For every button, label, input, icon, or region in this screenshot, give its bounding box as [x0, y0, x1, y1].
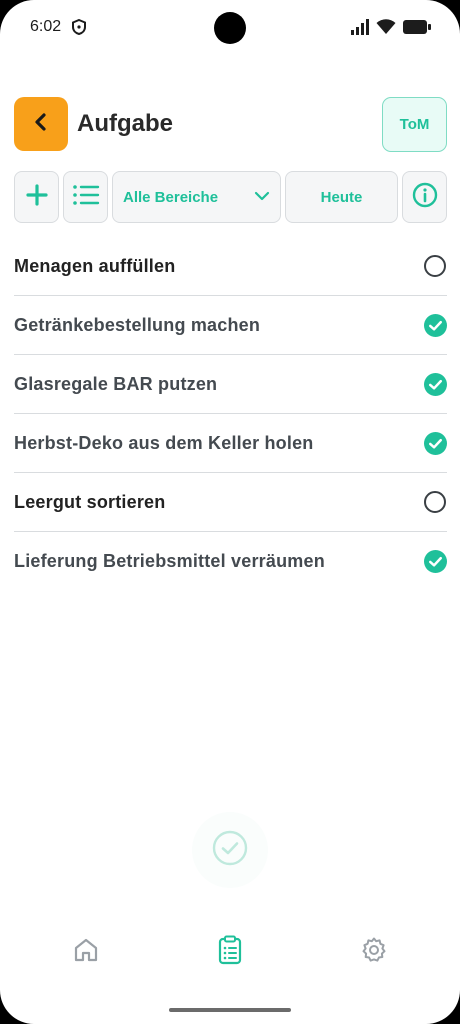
date-filter-button[interactable]: Heute	[285, 171, 398, 223]
task-label: Leergut sortieren	[14, 491, 166, 512]
area-select[interactable]: Alle Bereiche	[112, 171, 281, 223]
back-button[interactable]	[14, 97, 68, 151]
check-circle-icon[interactable]	[424, 431, 447, 455]
home-icon	[72, 936, 100, 969]
complete-fab[interactable]	[192, 812, 268, 888]
task-row[interactable]: Leergut sortieren	[14, 473, 447, 532]
add-task-button[interactable]	[14, 171, 59, 223]
unchecked-circle-icon[interactable]	[424, 255, 446, 277]
clipboard-icon	[216, 935, 244, 970]
task-label: Getränkebestellung machen	[14, 314, 261, 335]
task-label: Menagen auffüllen	[14, 255, 176, 276]
nav-home[interactable]	[70, 936, 102, 968]
status-bar: 6:02	[0, 0, 460, 56]
date-filter-label: Heute	[320, 188, 363, 206]
home-indicator[interactable]	[169, 1008, 291, 1012]
check-circle-icon[interactable]	[424, 550, 447, 573]
task-label: Lieferung Betriebsmittel verräumen	[14, 551, 325, 571]
camera-cutout	[214, 12, 246, 44]
app-screen: 6:02 Aufgabe ToM Alle Bereiche Heute Men…	[0, 0, 460, 1024]
page-title: Aufgabe	[77, 110, 173, 137]
list-view-button[interactable]	[63, 171, 108, 223]
nav-settings[interactable]	[358, 936, 390, 968]
chevron-down-icon	[254, 189, 270, 206]
wifi-icon	[376, 19, 396, 40]
task-row[interactable]: Getränkebestellung machen	[14, 296, 447, 355]
list-icon	[72, 183, 100, 212]
area-select-value: Alle Bereiche	[123, 188, 219, 206]
task-label: Glasregale BAR putzen	[14, 373, 218, 394]
battery-icon	[402, 19, 432, 40]
gear-icon	[360, 936, 388, 969]
info-button[interactable]	[402, 171, 447, 223]
task-row[interactable]: Lieferung Betriebsmittel verräumen	[14, 532, 447, 591]
unchecked-circle-icon[interactable]	[424, 491, 446, 513]
info-icon	[412, 182, 438, 213]
chevron-left-icon	[32, 112, 50, 137]
task-label: Herbst-Deko aus dem Keller holen	[14, 432, 314, 453]
signal-icon	[350, 19, 370, 40]
check-circle-icon	[212, 830, 248, 871]
task-row[interactable]: Glasregale BAR putzen	[14, 355, 447, 414]
check-circle-icon[interactable]	[424, 372, 447, 396]
task-row[interactable]: Herbst-Deko aus dem Keller holen	[14, 414, 447, 473]
plus-icon	[25, 183, 48, 211]
check-circle-icon[interactable]	[424, 313, 447, 337]
task-list: Menagen auffüllen Getränkebestellung mac…	[14, 237, 447, 591]
status-time: 6:02	[30, 18, 62, 35]
shield-icon	[72, 18, 86, 40]
user-badge[interactable]: ToM	[382, 97, 447, 152]
user-initials: ToM	[399, 116, 430, 133]
status-indicators	[350, 19, 432, 40]
nav-tasks[interactable]	[214, 935, 246, 970]
bottom-navigation	[0, 920, 460, 990]
task-row[interactable]: Menagen auffüllen	[14, 237, 447, 296]
